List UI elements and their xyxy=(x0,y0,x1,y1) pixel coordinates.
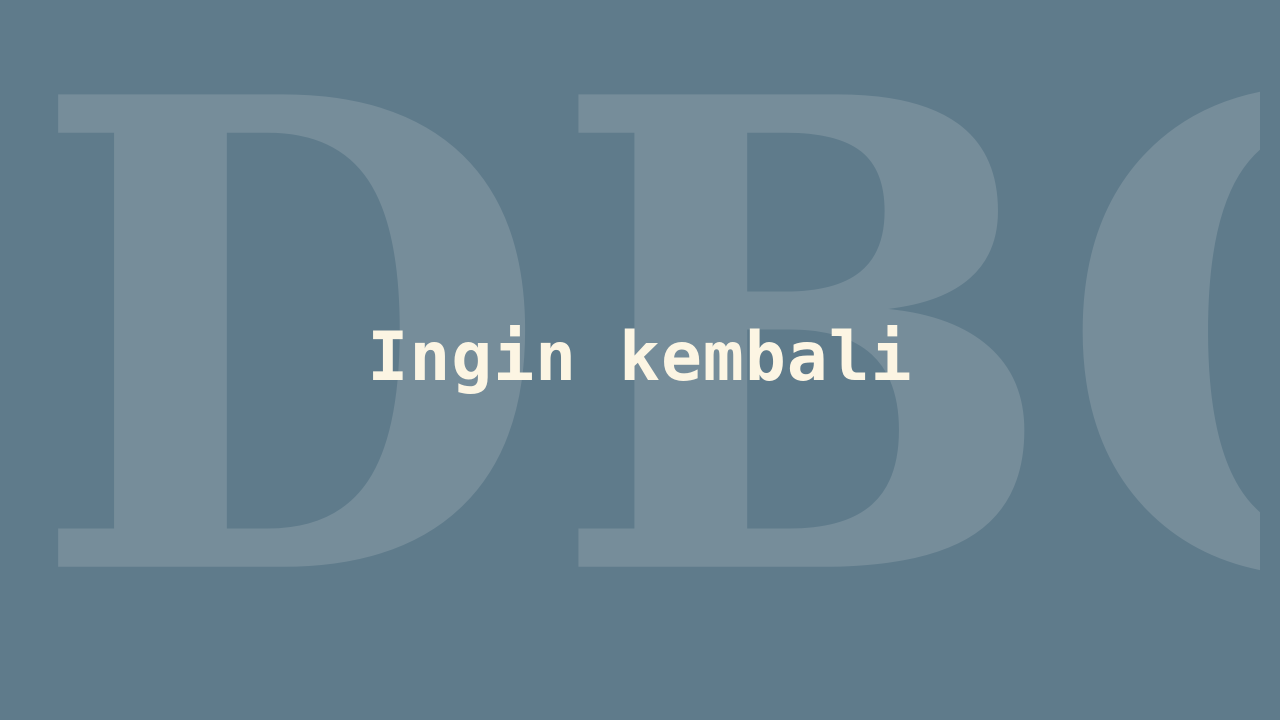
page-title: Ingin kembali xyxy=(367,318,913,397)
